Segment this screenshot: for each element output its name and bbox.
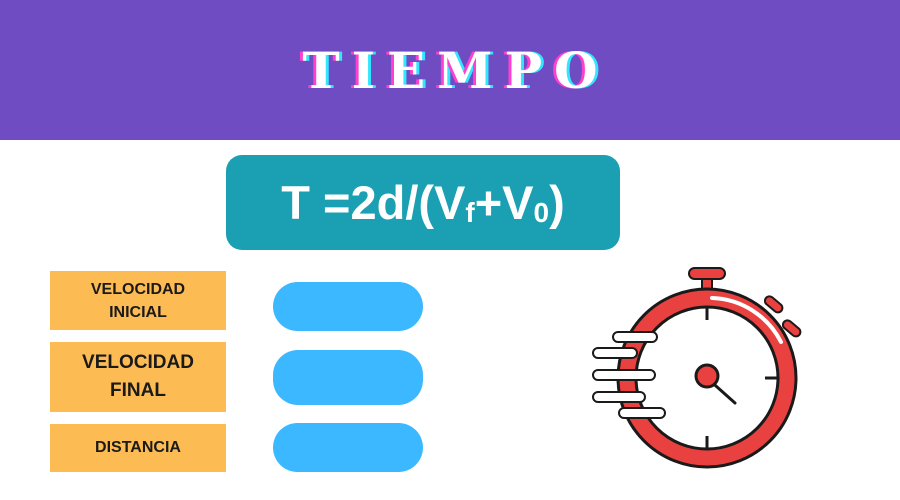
header-banner: TIEMPO bbox=[0, 0, 900, 140]
label-distance: DISTANCIA bbox=[50, 424, 226, 472]
initial-velocity-field[interactable] bbox=[273, 282, 423, 331]
label-line: DISTANCIA bbox=[95, 439, 181, 456]
label-line: INICIAL bbox=[109, 303, 167, 321]
formula-box: T =2d/(V f +V 0 ) bbox=[226, 155, 620, 250]
formula-subscript-f: f bbox=[465, 196, 475, 228]
final-velocity-field[interactable] bbox=[273, 350, 423, 405]
label-final-velocity: VELOCIDAD FINAL bbox=[50, 342, 226, 412]
stopwatch-icon bbox=[592, 267, 802, 469]
distance-field[interactable] bbox=[273, 423, 423, 472]
page-title: TIEMPO bbox=[302, 40, 610, 100]
label-line: VELOCIDAD bbox=[82, 352, 194, 373]
label-line: FINAL bbox=[110, 380, 166, 401]
formula-plus: +V bbox=[474, 176, 534, 229]
formula-text: T =2d/(V bbox=[281, 176, 466, 229]
formula-close: ) bbox=[549, 176, 565, 229]
label-line: VELOCIDAD bbox=[90, 280, 186, 298]
label-initial-velocity: VELOCIDAD INICIAL bbox=[50, 271, 226, 330]
formula-subscript-0: 0 bbox=[533, 196, 550, 228]
